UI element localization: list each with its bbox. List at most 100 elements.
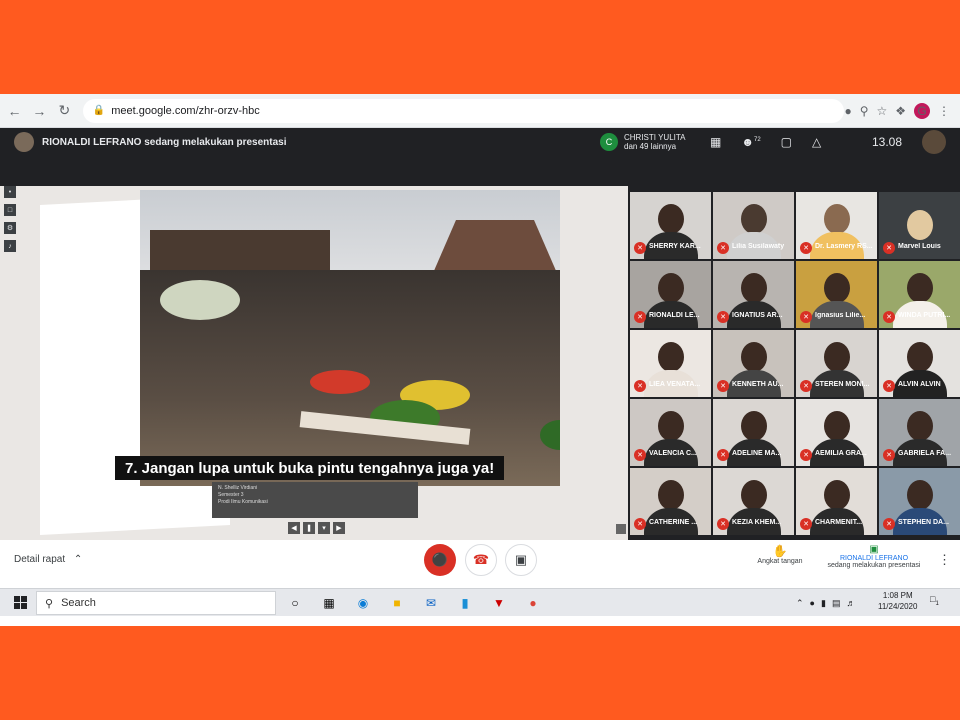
square-icon[interactable]: □ bbox=[4, 204, 16, 216]
participant-tile[interactable]: ✕ CATHERINE ... bbox=[630, 468, 711, 535]
file-explorer-icon[interactable]: ■ bbox=[386, 593, 408, 613]
participant-tile[interactable]: ✕ ADELINE MA... bbox=[713, 399, 794, 466]
reload-icon[interactable]: ↻ bbox=[54, 100, 75, 122]
microphone-icon[interactable]: ● bbox=[810, 598, 815, 608]
more-options-icon[interactable]: ⋮ bbox=[938, 552, 951, 568]
participant-name: STEREN MONI... bbox=[815, 381, 870, 388]
participant-tile[interactable]: ✕ SHERRY KAR... bbox=[630, 192, 711, 259]
taskbar-time: 1:08 PM bbox=[882, 591, 913, 600]
participant-tile[interactable]: ✕ Marvel Louis bbox=[879, 192, 960, 259]
participant-name: AEMILIA GRA... bbox=[815, 450, 867, 457]
participant-tile[interactable]: ✕ Ignasius Lilie... bbox=[796, 261, 877, 328]
leave-call-button[interactable]: ☎ bbox=[465, 544, 497, 576]
notification-center-icon[interactable]: □1 bbox=[930, 594, 946, 610]
participant-tile[interactable]: ✕ Lilia Susilawaty bbox=[713, 192, 794, 259]
presenting-status-button[interactable]: ▣ RIONALDI LEFRANO sedang melakukan pres… bbox=[816, 544, 932, 569]
raise-hand-button[interactable]: ✋ Angkat tangan bbox=[748, 544, 812, 565]
taskbar-clock[interactable]: 1:08 PM 11/24/2020 bbox=[878, 590, 917, 612]
mic-off-icon: ✕ bbox=[800, 380, 812, 392]
system-tray: ⌃ ● ▮ ▤ ♬ bbox=[796, 591, 855, 615]
qr-code-icon[interactable]: ▦ bbox=[710, 135, 721, 149]
participant-face bbox=[907, 273, 933, 303]
participant-tile[interactable]: ✕ STEREN MONI... bbox=[796, 330, 877, 397]
participant-tile[interactable]: ✕ RIONALDI LE... bbox=[630, 261, 711, 328]
mic-off-icon: ⚫ bbox=[431, 552, 449, 567]
participant-name: KENNETH AU... bbox=[732, 381, 784, 388]
self-view-avatar[interactable] bbox=[922, 130, 946, 154]
fullscreen-icon[interactable] bbox=[616, 524, 626, 534]
participant-tile[interactable]: ✕ WINDA PUTRI... bbox=[879, 261, 960, 328]
cortana-icon[interactable]: ○ bbox=[284, 593, 306, 613]
profile-avatar[interactable]: G bbox=[914, 102, 931, 119]
arrow-right-icon[interactable]: → bbox=[29, 100, 50, 122]
participant-face bbox=[741, 273, 767, 303]
participant-tile[interactable]: ✕ Dr. Lasmery RS... bbox=[796, 192, 877, 259]
participant-tile[interactable]: ✕ ALVIN ALVIN bbox=[879, 330, 960, 397]
people-icon[interactable]: ☻72 bbox=[741, 135, 760, 149]
participant-tile[interactable]: ✕ KENNETH AU... bbox=[713, 330, 794, 397]
participant-name: SHERRY KAR... bbox=[649, 243, 701, 250]
meeting-details-button[interactable]: Detail rapat ⌃ bbox=[14, 554, 82, 565]
microphone-button[interactable]: ⚫ bbox=[424, 544, 456, 576]
previous-slide-icon[interactable]: ◀ bbox=[288, 522, 300, 534]
participant-face bbox=[741, 480, 767, 510]
chevron-up-icon[interactable]: ⌃ bbox=[796, 598, 804, 609]
participant-face bbox=[658, 204, 684, 234]
presenter-avatar bbox=[14, 132, 34, 152]
presenting-name: RIONALDI LEFRANO bbox=[839, 555, 909, 562]
hand-icon: ✋ bbox=[772, 544, 788, 558]
participant-name: VALENCIA C... bbox=[649, 450, 697, 457]
windows-start-icon[interactable] bbox=[8, 591, 32, 615]
mic-off-icon: ✕ bbox=[634, 242, 646, 254]
mic-off-icon: ✕ bbox=[800, 449, 812, 461]
photo-roof-left bbox=[150, 230, 330, 270]
mic-off-icon: ✕ bbox=[800, 242, 812, 254]
settings-icon[interactable]: ⚙ bbox=[4, 222, 16, 234]
zoom-icon[interactable]: ⚲ bbox=[860, 104, 869, 118]
meet-top-actions: ▦ ☻72 ▢ △ bbox=[710, 128, 821, 156]
participant-name: LIEA VENATA... bbox=[649, 381, 701, 388]
battery-icon[interactable]: ▮ bbox=[821, 598, 826, 609]
address-bar[interactable]: 🔒 meet.google.com/zhr-orzv-hbc bbox=[82, 98, 845, 123]
participant-tile[interactable]: ✕ LIEA VENATA... bbox=[630, 330, 711, 397]
activities-icon[interactable]: △ bbox=[812, 135, 821, 149]
participant-face bbox=[824, 273, 850, 303]
pause-icon[interactable]: ❚ bbox=[303, 522, 315, 534]
participant-tile[interactable]: ✕ AEMILIA GRA... bbox=[796, 399, 877, 466]
volume-icon[interactable]: ♬ bbox=[846, 598, 855, 608]
participant-tile[interactable]: ✕ STEPHEN DA... bbox=[879, 468, 960, 535]
mic-off-icon: ✕ bbox=[717, 380, 729, 392]
participant-tile[interactable]: ✕ CHARMENIT... bbox=[796, 468, 877, 535]
participant-tile[interactable]: ✕ GABRIELA FA... bbox=[879, 399, 960, 466]
arrow-left-icon[interactable]: ← bbox=[4, 100, 25, 122]
participant-name: ADELINE MA... bbox=[732, 450, 782, 457]
mic-off-icon: ✕ bbox=[800, 311, 812, 323]
taskbar-search-input[interactable]: ⚲ Search bbox=[36, 591, 276, 615]
volume-icon[interactable]: ♪ bbox=[4, 240, 16, 252]
edge-icon[interactable]: ◉ bbox=[352, 593, 374, 613]
chat-preview[interactable]: C CHRISTI YULITA dan 49 lainnya bbox=[600, 128, 686, 156]
slide-info-program: Prodi Ilmu Komunikasi bbox=[218, 499, 268, 505]
camera-button[interactable]: ▣ bbox=[505, 544, 537, 576]
camera-icon[interactable]: ● bbox=[844, 104, 851, 118]
chat-icon[interactable]: ▢ bbox=[781, 135, 792, 149]
extensions-icon[interactable]: ❖ bbox=[895, 104, 906, 118]
app-l-icon[interactable]: ▮ bbox=[454, 593, 476, 613]
task-view-icon[interactable]: ▦ bbox=[318, 593, 340, 613]
slide-controls: ◀ ❚ ▾ ▶ bbox=[288, 522, 345, 534]
kebab-menu-icon[interactable]: ⋮ bbox=[938, 104, 950, 118]
pointer-icon[interactable]: • bbox=[4, 186, 16, 198]
star-icon[interactable]: ☆ bbox=[876, 104, 887, 118]
participant-name: CATHERINE ... bbox=[649, 519, 698, 526]
mcafee-icon[interactable]: ▼ bbox=[488, 593, 510, 613]
participant-tile[interactable]: ✕ KEZIA KHEM... bbox=[713, 468, 794, 535]
mail-icon[interactable]: ✉ bbox=[420, 593, 442, 613]
participant-face bbox=[658, 480, 684, 510]
chevron-down-icon[interactable]: ▾ bbox=[318, 522, 330, 534]
participant-tile[interactable]: ✕ IGNATIUS AR... bbox=[713, 261, 794, 328]
notification-count: 1 bbox=[935, 600, 939, 607]
network-icon[interactable]: ▤ bbox=[832, 598, 841, 609]
next-slide-icon[interactable]: ▶ bbox=[333, 522, 345, 534]
chrome-icon[interactable]: ● bbox=[522, 593, 544, 613]
participant-tile[interactable]: ✕ VALENCIA C... bbox=[630, 399, 711, 466]
